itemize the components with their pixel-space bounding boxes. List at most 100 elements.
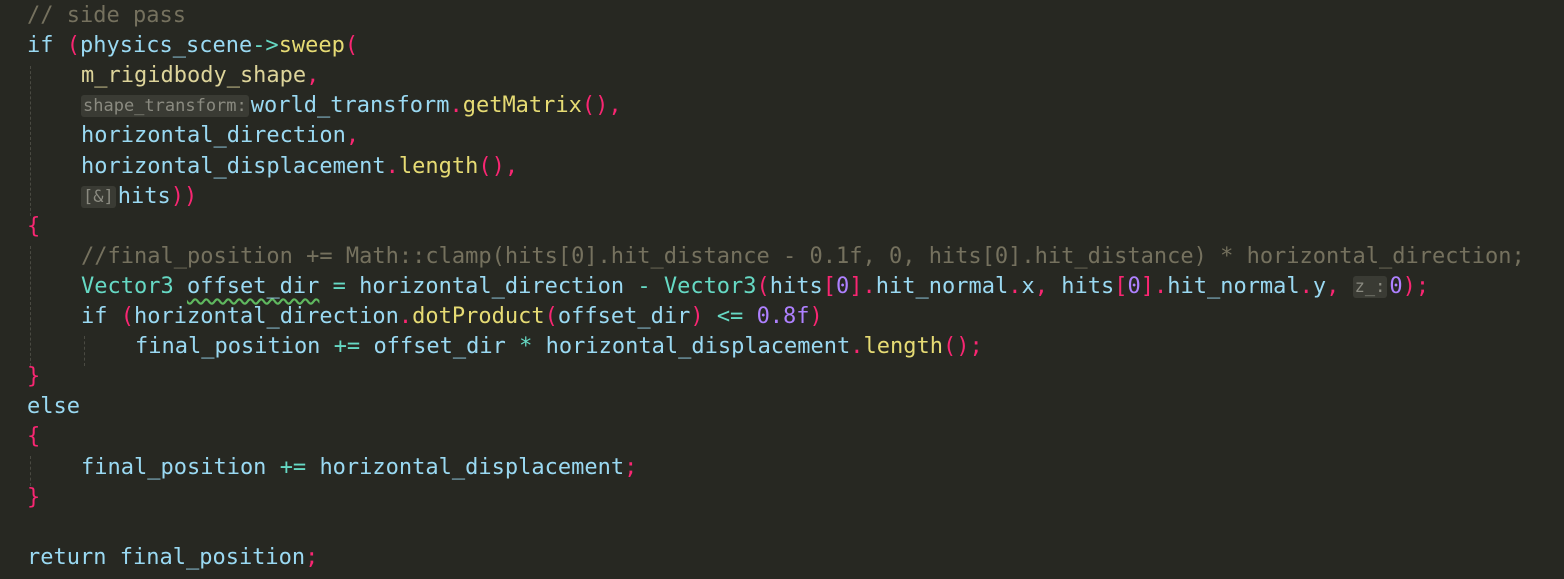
code-token: ,	[608, 93, 622, 119]
code-token: hits	[1061, 273, 1115, 299]
code-token: -	[637, 273, 651, 299]
code-token: 0	[1127, 273, 1141, 299]
code-token: ();	[943, 334, 983, 360]
code-token: if	[27, 33, 54, 59]
code-token: .	[1008, 273, 1022, 299]
code-token: )	[809, 304, 823, 329]
code-token: final_position	[135, 334, 321, 360]
code-token: hits	[117, 183, 171, 209]
code-token: Vector3	[663, 273, 757, 299]
code-token: =	[332, 273, 346, 299]
indent-guide	[30, 456, 31, 486]
code-token: dotProduct	[412, 304, 545, 329]
code-line[interactable]: horizontal_direction,	[81, 121, 359, 151]
code-token: ,	[306, 63, 320, 89]
code-token: )	[690, 304, 704, 329]
code-line[interactable]: }	[27, 362, 40, 392]
code-line[interactable]: [&] hits))	[81, 182, 197, 212]
code-line[interactable]: else	[27, 392, 80, 422]
code-token: y	[1312, 273, 1327, 299]
code-token: {	[27, 213, 41, 239]
code-token: .	[1153, 273, 1168, 299]
code-token: offset_dir	[186, 273, 320, 299]
code-token: ,	[1034, 273, 1048, 299]
code-token: .	[385, 153, 399, 179]
code-token: }	[27, 364, 41, 390]
code-token: horizontal_direction	[134, 304, 399, 329]
code-line[interactable]: {	[27, 422, 40, 452]
code-line[interactable]: }	[27, 483, 40, 513]
code-line[interactable]: final_position += horizontal_displacemen…	[81, 453, 637, 483]
code-token: sweep	[278, 33, 345, 59]
code-token: offset_dir	[557, 304, 691, 329]
code-line[interactable]: {	[27, 212, 40, 242]
code-comment: // side pass	[27, 3, 186, 28]
indent-guide	[84, 336, 85, 366]
code-token: x	[1021, 273, 1035, 299]
code-token: horizontal_displacement	[319, 454, 625, 480]
code-token: hit_normal	[875, 273, 1009, 299]
code-token: ->	[252, 33, 279, 59]
code-token: ))	[170, 183, 198, 209]
code-token: .	[850, 334, 864, 360]
code-token: +=	[333, 334, 361, 360]
code-token: final_position	[81, 454, 267, 480]
code-token: (	[756, 273, 770, 299]
code-token: hit_normal	[1167, 273, 1300, 299]
code-token: offset_dir	[373, 334, 506, 360]
code-token: ]	[1140, 273, 1154, 299]
code-token: horizontal_direction	[359, 273, 625, 299]
code-comment: //final_position += Math::clamp(hits[0].…	[81, 243, 1525, 269]
code-token: (	[66, 33, 80, 59]
code-line[interactable]: horizontal_displacement.length(),	[81, 152, 518, 182]
code-editor[interactable]: // side pass if (physics_scene->sweep(m_r…	[0, 0, 1564, 579]
code-token: [	[822, 273, 837, 299]
code-line[interactable]: final_position += offset_dir * horizonta…	[135, 332, 983, 362]
code-token: ,	[345, 123, 360, 149]
code-token: ()	[581, 93, 609, 119]
code-line[interactable]: Vector3 offset_dir = horizontal_directio…	[81, 272, 1429, 302]
indent-guide	[30, 246, 31, 366]
code-token: 0	[836, 273, 850, 299]
code-line[interactable]: //final_position += Math::clamp(hits[0].…	[81, 242, 1525, 272]
code-token: (	[344, 33, 359, 59]
code-token: <=	[716, 304, 744, 329]
inlay-hint: z_:	[1352, 275, 1388, 298]
code-token: getMatrix	[462, 93, 582, 119]
code-token: return	[27, 544, 107, 570]
indent-guide	[30, 66, 31, 216]
code-token: ()	[478, 153, 505, 179]
code-token: hits	[769, 273, 823, 299]
code-token: final_position	[119, 544, 306, 570]
code-line[interactable]: if (horizontal_direction.dotProduct(offs…	[81, 302, 823, 332]
code-line[interactable]: return final_position;	[27, 543, 318, 573]
code-line[interactable]: if (physics_scene->sweep(	[27, 31, 358, 61]
code-line[interactable]: // side pass	[27, 1, 186, 31]
code-line[interactable]: m_rigidbody_shape,	[81, 61, 319, 91]
code-token: (	[120, 304, 134, 329]
code-token: world_transform	[250, 93, 450, 119]
code-token: length	[863, 334, 944, 360]
code-token: ,	[504, 153, 519, 179]
code-token: 0	[1389, 273, 1403, 299]
code-line[interactable]: shape_transform: world_transform.getMatri…	[81, 91, 622, 121]
code-token: ;	[624, 454, 638, 480]
inlay-hint: shape_transform:	[81, 95, 249, 118]
code-token: .	[862, 273, 876, 299]
code-token: .	[1299, 273, 1313, 299]
code-token: }	[27, 484, 41, 510]
